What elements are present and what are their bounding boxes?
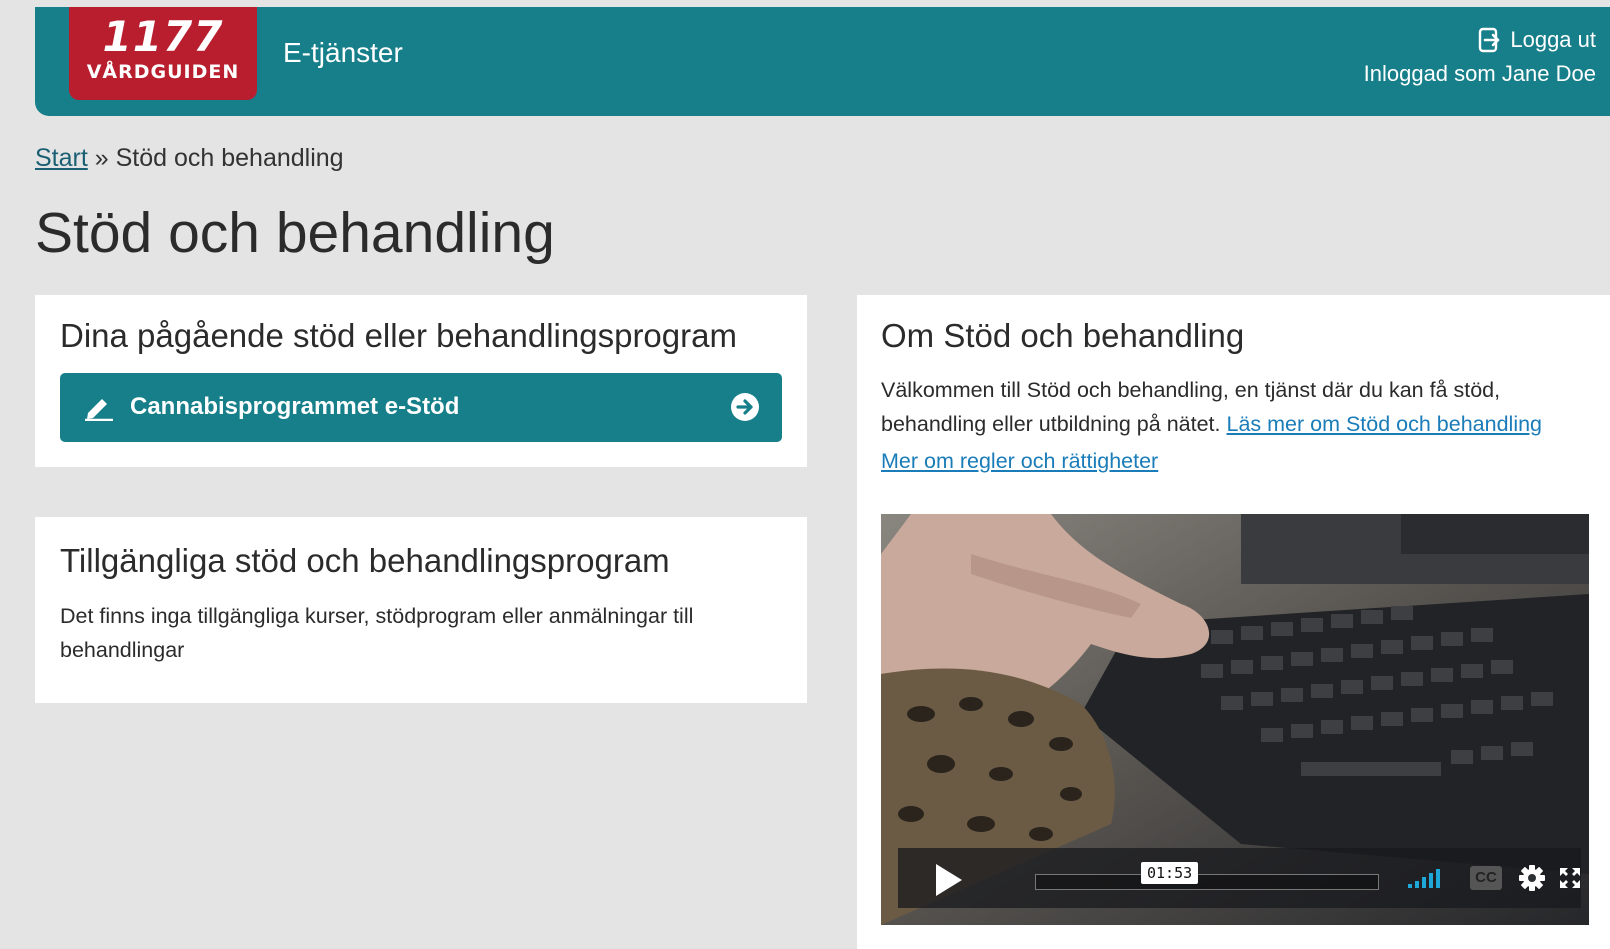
page-title: Stöd och behandling: [35, 201, 555, 265]
breadcrumb-separator: »: [94, 144, 109, 172]
time-tooltip: 01:53: [1141, 862, 1199, 884]
volume-icon[interactable]: [1406, 866, 1446, 890]
site-header: 1177 VÅRDGUIDEN E-tjänster Logga ut Inlo…: [35, 7, 1610, 116]
available-programs-empty-text: Det finns inga tillgängliga kurser, stöd…: [60, 604, 694, 662]
fullscreen-icon[interactable]: [1558, 866, 1582, 890]
logo-text: VÅRDGUIDEN: [86, 61, 240, 83]
logo-number: 1177: [102, 12, 224, 61]
play-icon[interactable]: [928, 860, 968, 900]
video-player[interactable]: 01:53 CC: [881, 514, 1589, 925]
cc-icon[interactable]: CC: [1470, 866, 1502, 890]
about-card: Om Stöd och behandling Välkommen till St…: [857, 295, 1610, 949]
about-intro: Välkommen till Stöd och behandling, en t…: [881, 373, 1601, 441]
program-label: Cannabisprogrammet e-Stöd: [130, 393, 460, 420]
ongoing-programs-card: Dina pågående stöd eller behandlingsprog…: [35, 295, 807, 467]
program-button-cannabis[interactable]: Cannabisprogrammet e-Stöd: [60, 373, 782, 442]
service-title: E-tjänster: [283, 37, 403, 68]
pencil-icon: [85, 399, 113, 421]
logout-icon: [1479, 27, 1500, 53]
settings-icon[interactable]: [1518, 864, 1546, 892]
logo-1177-vardguiden[interactable]: 1177 VÅRDGUIDEN: [69, 7, 257, 100]
breadcrumb-current: Stöd och behandling: [115, 144, 344, 172]
rules-rights-link[interactable]: Mer om regler och rättigheter: [881, 449, 1158, 474]
read-more-link[interactable]: Läs mer om Stöd och behandling: [1226, 412, 1542, 436]
breadcrumb: Start » Stöd och behandling: [35, 144, 344, 173]
logout-label: Logga ut: [1510, 27, 1596, 52]
ongoing-programs-heading: Dina pågående stöd eller behandlingsprog…: [60, 317, 737, 354]
arrow-right-circle-icon: [731, 393, 759, 421]
breadcrumb-home-link[interactable]: Start: [35, 144, 88, 172]
available-programs-heading: Tillgängliga stöd och behandlingsprogram: [60, 542, 670, 579]
about-heading: Om Stöd och behandling: [881, 317, 1245, 354]
logged-in-user: Inloggad som Jane Doe: [1363, 61, 1596, 86]
available-programs-card: Tillgängliga stöd och behandlingsprogram…: [35, 517, 807, 703]
video-controls: 01:53 CC: [898, 848, 1581, 908]
video-progress-bar[interactable]: 01:53: [1035, 862, 1379, 890]
logout-button[interactable]: Logga ut: [1478, 27, 1596, 53]
